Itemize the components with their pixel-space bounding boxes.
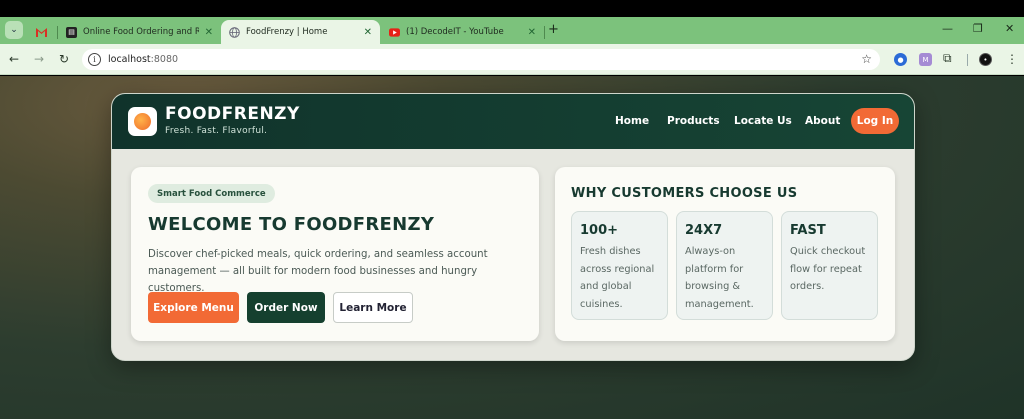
explore-menu-button[interactable]: Explore Menu: [148, 292, 239, 323]
nav-home[interactable]: Home: [615, 115, 649, 127]
tab-title: Online Food Ordering and Rest: [83, 27, 199, 37]
close-window-button[interactable]: ✕: [1005, 22, 1014, 35]
login-button[interactable]: Log In: [851, 108, 899, 134]
feature-headline: 24X7: [685, 223, 723, 238]
close-icon[interactable]: ✕: [205, 27, 213, 38]
nav-products[interactable]: Products: [667, 115, 720, 127]
hero-description: Discover chef-picked meals, quick orderi…: [148, 249, 488, 294]
site-container: FOODFRENZY Fresh. Fast. Flavorful. Home …: [111, 93, 915, 361]
restore-button[interactable]: ❐: [973, 22, 983, 35]
tab-search-button[interactable]: ⌄: [5, 21, 23, 39]
page-viewport: FOODFRENZY Fresh. Fast. Flavorful. Home …: [0, 76, 1024, 419]
hero-badge: Smart Food Commerce: [148, 184, 275, 203]
minimize-button[interactable]: —: [942, 22, 953, 35]
brand-tagline: Fresh. Fast. Flavorful.: [165, 126, 268, 136]
feature-text: Always-on platform for browsing & manage…: [685, 246, 754, 310]
tab-title: FoodFrenzy | Home: [246, 27, 328, 37]
brand-name: FOODFRENZY: [165, 104, 300, 124]
gmail-icon: [36, 27, 47, 38]
globe-icon: [229, 26, 240, 38]
learn-more-button[interactable]: Learn More: [333, 292, 413, 323]
close-icon[interactable]: ✕: [364, 27, 372, 38]
brand-logo[interactable]: [128, 107, 157, 136]
forward-arrow-icon[interactable]: →: [34, 52, 44, 66]
restore-icon: ❐: [973, 22, 983, 35]
extension-icon[interactable]: ●: [894, 53, 907, 66]
hero-card: Smart Food Commerce WELCOME TO FOODFRENZ…: [131, 167, 539, 341]
logo-mark-icon: [134, 113, 151, 130]
back-arrow-icon[interactable]: ←: [9, 52, 19, 66]
close-icon[interactable]: ✕: [528, 27, 536, 38]
tab-gmail[interactable]: [28, 20, 58, 44]
profile-avatar[interactable]: •: [979, 53, 992, 66]
extension-m-icon[interactable]: M: [919, 53, 932, 66]
why-choose-us-card: WHY CUSTOMERS CHOOSE US 100+ Fresh dishe…: [555, 167, 895, 341]
plus-icon: +: [548, 22, 559, 37]
tab-strip: ⌄ ▤ Online Food Ordering and Rest ✕ Food…: [0, 17, 1024, 44]
bookmark-star-icon[interactable]: ☆: [861, 52, 872, 66]
url-text: localhost:8080: [108, 54, 178, 65]
minimize-icon: —: [942, 22, 953, 35]
feature-card: 24X7 Always-on platform for browsing & m…: [676, 211, 773, 320]
toolbar-separator: [967, 54, 968, 66]
feature-text: Fresh dishes across regional and global …: [580, 246, 655, 310]
tab-favicon: ▤: [66, 26, 77, 38]
site-header: FOODFRENZY Fresh. Fast. Flavorful. Home …: [112, 94, 914, 149]
reload-icon[interactable]: ↻: [59, 52, 69, 66]
menu-dots-icon[interactable]: ⋮: [1006, 52, 1018, 66]
url-host: localhost: [108, 54, 151, 65]
hero-title: WELCOME TO FOODFRENZY: [148, 214, 435, 235]
why-title: WHY CUSTOMERS CHOOSE US: [571, 186, 798, 201]
tab-online-food[interactable]: ▤ Online Food Ordering and Rest ✕: [58, 20, 221, 44]
feature-headline: 100+: [580, 223, 619, 238]
youtube-icon: [389, 27, 400, 38]
order-now-button[interactable]: Order Now: [247, 292, 325, 323]
screen-top-bar: [0, 0, 1024, 17]
extensions-puzzle-icon[interactable]: ⧉: [943, 51, 952, 66]
feature-card: 100+ Fresh dishes across regional and gl…: [571, 211, 668, 320]
site-info-icon[interactable]: i: [88, 53, 101, 66]
feature-headline: FAST: [790, 223, 826, 238]
close-icon: ✕: [1005, 22, 1015, 35]
nav-locate-us[interactable]: Locate Us: [734, 115, 792, 127]
tab-foodfrenzy[interactable]: FoodFrenzy | Home ✕: [221, 20, 380, 44]
new-tab-button[interactable]: +: [548, 22, 559, 37]
chevron-down-icon: ⌄: [10, 25, 18, 35]
url-port: :8080: [150, 54, 179, 65]
nav-about[interactable]: About: [805, 115, 840, 127]
tab-youtube[interactable]: (1) DecodeIT - YouTube ✕: [381, 20, 544, 44]
feature-text: Quick checkout flow for repeat orders.: [790, 246, 866, 292]
tab-title: (1) DecodeIT - YouTube: [406, 27, 504, 37]
tab-separator: [544, 26, 545, 39]
browser-toolbar: ← → ↻ i localhost:8080 ☆ ● M ⧉ • ⋮: [0, 44, 1024, 75]
feature-card: FAST Quick checkout flow for repeat orde…: [781, 211, 878, 320]
address-bar[interactable]: i localhost:8080 ☆: [82, 49, 880, 70]
